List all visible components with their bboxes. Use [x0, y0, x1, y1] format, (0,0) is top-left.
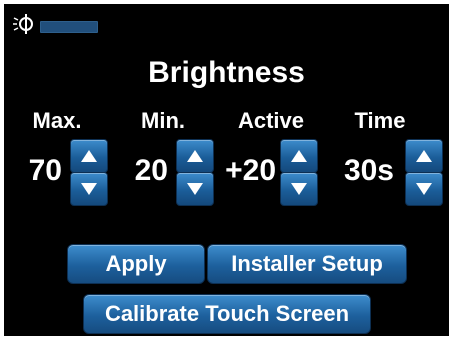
max-up-button[interactable]	[70, 139, 108, 173]
down-arrow-icon	[187, 183, 203, 195]
min-down-button[interactable]	[176, 172, 214, 206]
time-up-button[interactable]	[405, 139, 443, 173]
time-down-button[interactable]	[405, 172, 443, 206]
brightness-icon	[13, 14, 33, 34]
max-label: Max.	[32, 108, 82, 133]
installer-setup-button[interactable]: Installer Setup	[207, 244, 407, 284]
min-label: Min.	[141, 108, 185, 133]
min-value: 20	[134, 154, 168, 187]
screen: Brightness Max. 70 Min. 20 Active +20 Ti…	[4, 4, 449, 336]
min-up-button[interactable]	[176, 139, 214, 173]
apply-button[interactable]: Apply	[67, 244, 205, 284]
up-arrow-icon	[187, 150, 203, 162]
active-up-button[interactable]	[280, 139, 318, 173]
page-title: Brightness	[148, 56, 305, 89]
up-arrow-icon	[81, 150, 97, 162]
max-value: 70	[28, 154, 62, 187]
up-arrow-icon	[291, 150, 307, 162]
active-label: Active	[237, 108, 305, 133]
active-down-button[interactable]	[280, 172, 318, 206]
calibrate-touch-screen-button[interactable]: Calibrate Touch Screen	[83, 294, 371, 334]
brightness-level-bar	[40, 21, 98, 33]
time-label: Time	[354, 108, 406, 133]
max-down-button[interactable]	[70, 172, 108, 206]
down-arrow-icon	[291, 183, 307, 195]
down-arrow-icon	[416, 183, 432, 195]
down-arrow-icon	[81, 183, 97, 195]
active-value: +20	[225, 154, 276, 187]
time-value: 30s	[343, 154, 394, 187]
up-arrow-icon	[416, 150, 432, 162]
brightness-level-fill	[41, 22, 97, 32]
